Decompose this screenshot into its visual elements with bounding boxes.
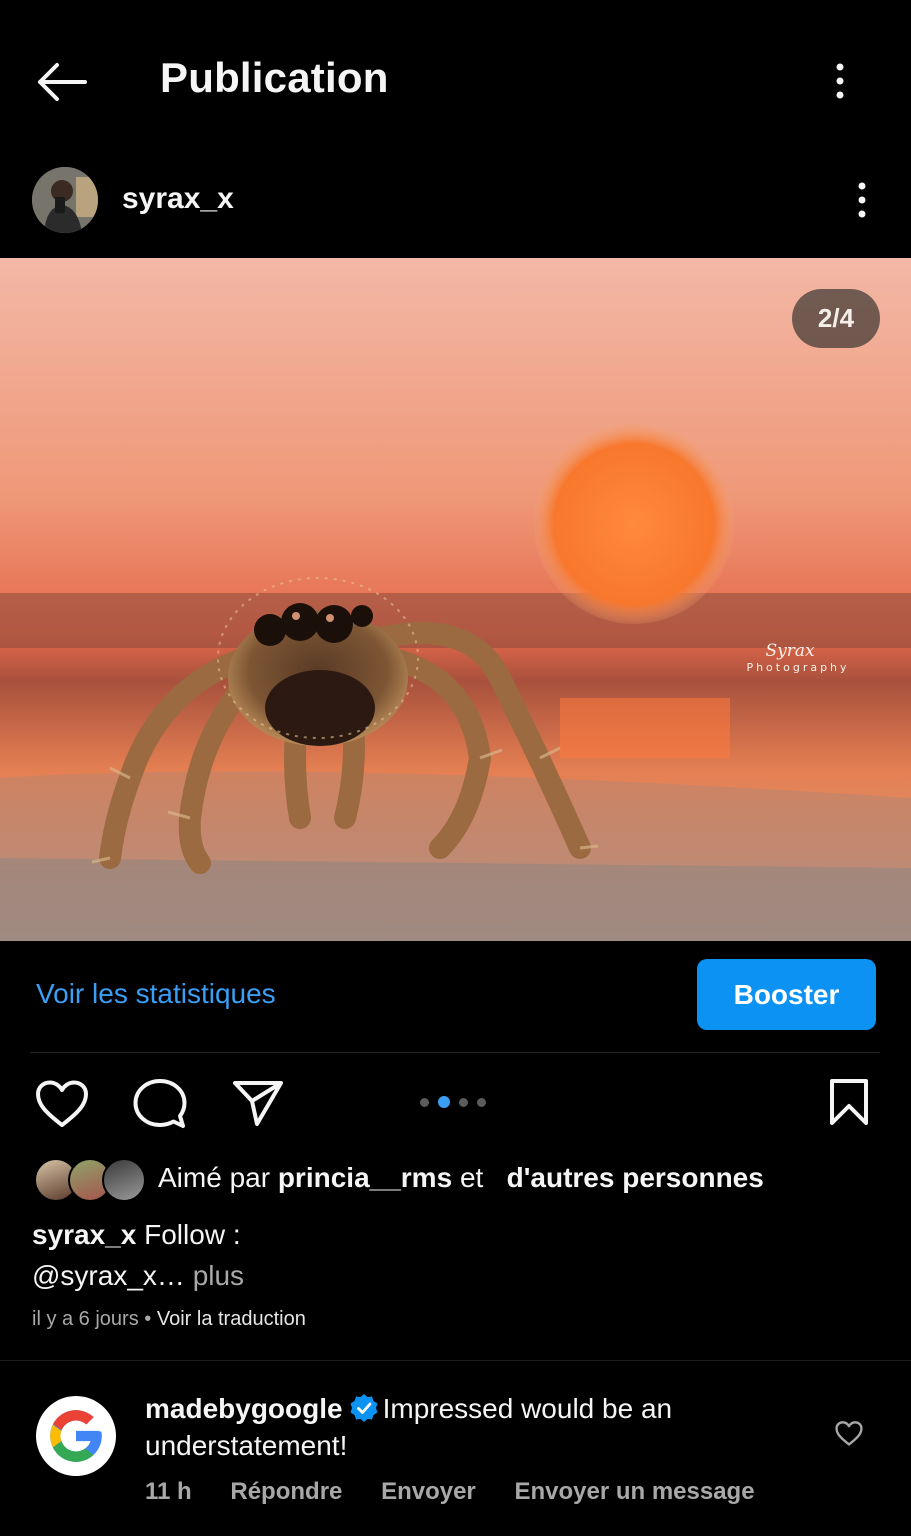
carousel-dot-active [438,1096,450,1108]
post-options-button[interactable] [842,178,882,222]
avatar-photo [32,167,98,233]
likes-summary[interactable]: Aimé par princia__rms et d'autres person… [158,1162,764,1194]
divider [0,1360,911,1361]
caption-more-link[interactable]: plus [193,1260,244,1291]
comment-like-button[interactable] [832,1417,866,1449]
comment-body: madebygoogle Impressed would be an unders… [145,1390,805,1464]
liker-avatar [102,1158,146,1202]
commenter-avatar[interactable] [36,1396,116,1476]
post-meta: il y a 6 jours • Voir la traduction [32,1308,306,1331]
likes-connector: et [459,1162,484,1193]
header-more-button[interactable] [820,56,860,106]
verified-badge-icon [350,1394,378,1422]
share-button[interactable] [230,1078,286,1128]
carousel-indicator [420,1096,486,1108]
comment-button[interactable] [132,1077,188,1131]
carousel-counter-badge: 2/4 [792,289,880,348]
send-button[interactable]: Envoyer [381,1478,476,1505]
vertical-dots-icon [858,182,866,218]
carousel-dot [420,1097,429,1107]
comment-actions: 11 h Répondre Envoyer Envoyer un message [145,1478,787,1506]
liker-username[interactable]: princia__rms [278,1162,452,1193]
watermark-signature: Syrax [765,641,815,661]
vertical-dots-icon [836,63,844,99]
view-insights-link[interactable]: Voir les statistiques [36,978,276,1010]
liker-avatars[interactable] [34,1158,146,1204]
google-logo-icon [50,1410,102,1462]
heart-icon [835,1420,863,1446]
caption-text: Follow : [144,1219,241,1250]
post-image[interactable]: Syrax Photography [0,258,911,941]
commenter-username[interactable]: madebygoogle [145,1393,343,1424]
page-title: Publication [160,54,389,101]
watermark-subtitle: Photography [746,661,849,674]
author-username[interactable]: syrax_x [122,182,234,216]
reply-button[interactable]: Répondre [230,1478,342,1505]
meta-separator: • [144,1308,152,1330]
comment-bubble-icon [133,1079,187,1128]
spider-sunset-photo: Syrax Photography [0,258,911,941]
back-button[interactable] [30,55,92,109]
comment-time: 11 h [145,1478,192,1505]
top-app-bar: Publication [0,0,911,160]
paper-plane-icon [233,1081,283,1126]
bookmark-icon [830,1079,868,1125]
save-button[interactable] [826,1077,872,1127]
caption-author[interactable]: syrax_x [32,1219,136,1250]
carousel-dot [459,1097,468,1107]
divider [30,1052,880,1053]
likes-prefix: Aimé par [158,1162,271,1193]
see-translation-link[interactable]: Voir la traduction [157,1308,306,1330]
boost-button[interactable]: Booster [697,959,876,1030]
author-avatar[interactable] [32,167,98,233]
post-caption[interactable]: syrax_x Follow : @syrax_x… plus [32,1214,244,1296]
caption-mention[interactable]: @syrax_x… [32,1260,185,1291]
arrow-left-icon [38,63,87,101]
other-likers-link[interactable]: d'autres personnes [507,1162,764,1193]
send-message-button[interactable]: Envoyer un message [514,1478,754,1505]
carousel-dot [477,1097,486,1107]
post-author-row: syrax_x [0,160,911,256]
post-timestamp: il y a 6 jours [32,1308,139,1330]
heart-icon [36,1080,88,1127]
like-button[interactable] [34,1078,90,1130]
